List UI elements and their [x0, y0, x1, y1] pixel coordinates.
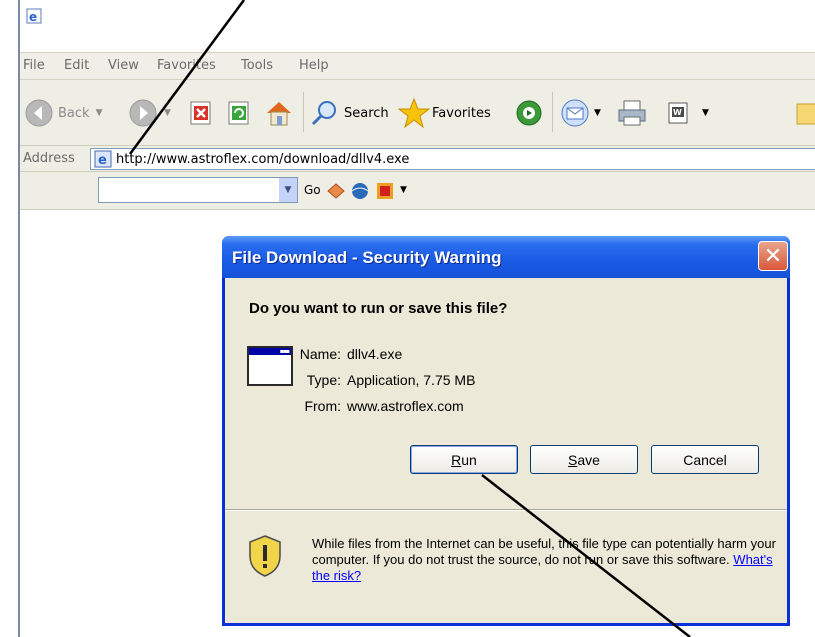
dialog-divider [225, 509, 787, 511]
print-button[interactable] [616, 98, 648, 128]
media-icon [516, 100, 542, 126]
standard-toolbar: Back ▼ ▼ Search Favorites ▼ W ▼ [20, 80, 815, 146]
forward-dropdown-icon[interactable]: ▼ [164, 108, 171, 118]
svg-text:W: W [673, 108, 682, 117]
menu-edit[interactable]: Edit [64, 58, 89, 73]
back-arrow-icon [25, 99, 53, 127]
save-accelerator: S [568, 451, 578, 468]
folder-button[interactable] [795, 98, 815, 128]
print-icon [618, 100, 646, 126]
media-button[interactable] [514, 98, 544, 128]
save-label: ave [577, 451, 600, 468]
back-button[interactable]: Back ▼ [24, 98, 102, 128]
refresh-icon [228, 101, 249, 125]
run-label: un [461, 451, 477, 468]
refresh-button[interactable] [226, 100, 252, 126]
ie-icon: e [26, 8, 42, 24]
home-icon [267, 102, 291, 126]
favorites-star-icon [398, 97, 430, 129]
menu-help[interactable]: Help [299, 58, 329, 73]
address-url: http://www.astroflex.com/download/dllv4.… [116, 151, 410, 167]
name-value: dllv4.exe [347, 346, 403, 362]
stop-button[interactable] [188, 100, 214, 126]
gem-icon[interactable] [326, 181, 346, 201]
close-icon: ✕ [763, 243, 783, 269]
page-ie-icon: e [94, 150, 112, 168]
back-label: Back [58, 105, 90, 121]
address-bar: Address e http://www.astroflex.com/downl… [20, 146, 815, 172]
address-label: Address [23, 151, 75, 166]
menu-file[interactable]: File [23, 58, 45, 73]
mail-dropdown-icon[interactable]: ▼ [594, 108, 601, 118]
stop-icon [190, 101, 211, 125]
warning-text: While files from the Internet can be use… [312, 536, 776, 567]
go-button[interactable]: Go [304, 183, 321, 197]
menu-tools[interactable]: Tools [241, 58, 273, 73]
type-value: Application, 7.75 MB [347, 372, 476, 388]
from-value: www.astroflex.com [347, 398, 464, 414]
edit-button[interactable]: W ▼ [666, 100, 709, 126]
dialog-question: Do you want to run or save this file? [249, 300, 508, 317]
links-bar: ▼ Go ▼ [20, 172, 815, 210]
cancel-label: Cancel [683, 451, 727, 468]
menu-view[interactable]: View [108, 58, 139, 73]
word-edit-icon: W [668, 102, 688, 124]
back-dropdown-icon[interactable]: ▼ [96, 108, 103, 118]
menu-bar: File Edit View Favorites Tools Help [20, 52, 815, 80]
type-key: Type: [306, 372, 341, 388]
toolbar-search-combo[interactable]: ▼ [98, 177, 298, 203]
search-label: Search [344, 105, 389, 121]
mail-icon [561, 99, 589, 127]
svg-text:e: e [29, 10, 37, 24]
favorites-label: Favorites [432, 105, 491, 121]
messenger-icon[interactable] [374, 180, 396, 202]
menu-favorites[interactable]: Favorites [157, 58, 216, 73]
globe-icon[interactable] [350, 181, 370, 201]
edit-dropdown-icon[interactable]: ▼ [702, 108, 709, 118]
forward-arrow-icon [129, 99, 157, 127]
browser-titlebar: e [20, 0, 815, 30]
home-button[interactable] [264, 99, 294, 127]
forward-button[interactable]: ▼ [128, 98, 171, 128]
close-button[interactable]: ✕ [758, 241, 788, 271]
save-button[interactable]: Save [530, 445, 638, 474]
search-icon [311, 101, 336, 126]
dialog-title: File Download - Security Warning [232, 248, 502, 267]
run-accelerator: R [451, 451, 462, 468]
from-key: From: [304, 398, 341, 414]
dialog-titlebar: File Download - Security Warning ✕ [222, 236, 790, 278]
warning-message: While files from the Internet can be use… [312, 536, 782, 584]
search-button[interactable]: Search [310, 98, 389, 128]
cancel-button[interactable]: Cancel [651, 445, 759, 474]
titlebar-band [20, 30, 815, 52]
folder-icon [796, 103, 815, 125]
run-button[interactable]: Run [410, 445, 518, 474]
links-dropdown-icon[interactable]: ▼ [400, 185, 407, 195]
address-input[interactable]: e http://www.astroflex.com/download/dllv… [90, 148, 815, 170]
favorites-button[interactable]: Favorites [398, 97, 491, 129]
shield-warning-icon [249, 535, 281, 577]
svg-text:e: e [98, 153, 107, 168]
mail-button[interactable]: ▼ [560, 98, 601, 128]
security-warning-dialog: File Download - Security Warning ✕ Do yo… [222, 236, 790, 626]
name-key: Name: [299, 346, 341, 362]
chevron-down-icon[interactable]: ▼ [279, 178, 297, 202]
